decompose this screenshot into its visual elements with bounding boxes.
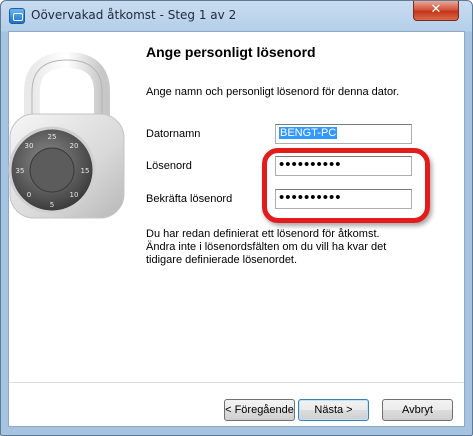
note-line: Ändra inte i lösenordsfälten om du vill … xyxy=(146,241,387,253)
padlock-icon: 25 20 15 10 5 0 35 30 xyxy=(8,52,125,219)
divider xyxy=(9,382,464,383)
computer-name-label: Datornamn xyxy=(146,128,201,140)
wizard-window: Oövervakad åtkomst - Steg 1 av 2 ✕ 25 20… xyxy=(0,0,473,436)
window-title: Oövervakad åtkomst - Steg 1 av 2 xyxy=(31,8,237,22)
dial-number: 5 xyxy=(50,201,54,209)
close-button[interactable]: ✕ xyxy=(413,1,459,21)
note-line: tidigare definierade lösenordet. xyxy=(146,254,298,266)
dial-number: 10 xyxy=(70,191,79,199)
dial-number: 15 xyxy=(81,167,90,175)
page-description: Ange namn och personligt lösenord för de… xyxy=(146,86,400,98)
cancel-button[interactable]: Avbryt xyxy=(382,399,453,421)
password-highlight-annotation xyxy=(262,148,430,223)
teamviewer-icon xyxy=(9,8,25,24)
dial-number: 0 xyxy=(27,191,31,199)
wizard-content: 25 20 15 10 5 0 35 30 Ange personligt lö… xyxy=(8,31,465,427)
dial-number: 20 xyxy=(70,142,79,150)
password-note: Du har redan definierat ett lösenord för… xyxy=(146,228,411,267)
dial-number: 30 xyxy=(25,142,34,150)
password-label: Lösenord xyxy=(146,160,192,172)
title-bar[interactable]: Oövervakad åtkomst - Steg 1 av 2 ✕ xyxy=(1,1,472,31)
dial-number: 25 xyxy=(48,133,57,141)
dial-number: 35 xyxy=(16,167,25,175)
page-title: Ange personligt lösenord xyxy=(146,44,316,60)
confirm-password-label: Bekräfta lösenord xyxy=(146,193,233,205)
back-button[interactable]: < Föregående xyxy=(224,399,295,421)
next-button[interactable]: Nästa > xyxy=(298,399,369,421)
computer-name-value: BENGT-PC xyxy=(279,127,338,139)
computer-name-field[interactable]: BENGT-PC xyxy=(275,124,412,144)
note-line: Du har redan definierat ett lösenord för… xyxy=(146,228,380,240)
